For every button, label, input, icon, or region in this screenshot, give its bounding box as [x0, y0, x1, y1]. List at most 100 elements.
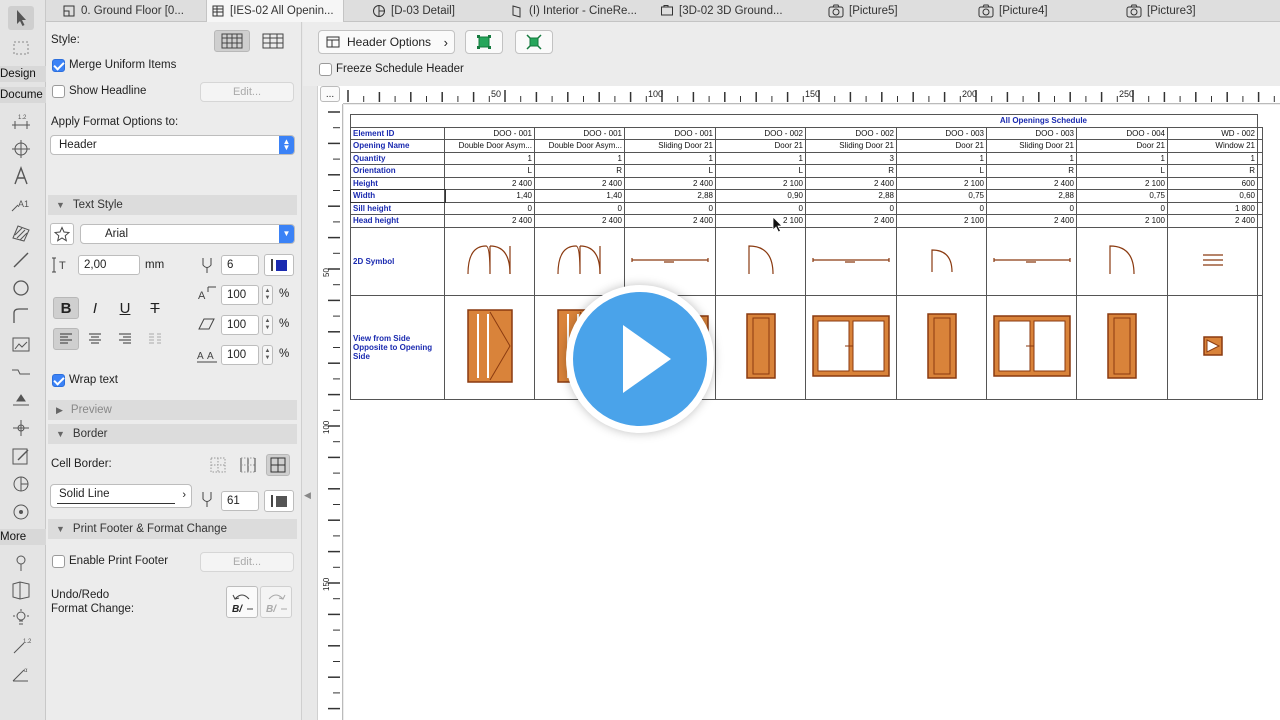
marquee-tool-icon[interactable] — [8, 36, 34, 60]
elevation-tool-icon[interactable] — [8, 388, 34, 412]
vertical-ruler[interactable]: 50 100 150 — [318, 104, 343, 720]
size-input[interactable]: 2,00 — [78, 255, 140, 275]
fill-tool-icon[interactable] — [8, 220, 34, 244]
table-cell[interactable]: 2 400 — [444, 214, 535, 228]
style-list-button[interactable] — [258, 30, 288, 52]
redo-format-button[interactable]: B/ — [260, 586, 292, 618]
table-cell[interactable]: DOO - 001 — [624, 126, 716, 140]
strikethrough-button[interactable]: T — [143, 297, 167, 319]
scale-spacing-input[interactable]: 100 — [221, 345, 259, 365]
row-header[interactable]: Sill height — [350, 201, 445, 215]
panel-splitter[interactable]: ◀ — [302, 22, 318, 720]
table-cell[interactable]: 3 — [805, 151, 897, 165]
polyline-tool-icon[interactable] — [8, 304, 34, 328]
table-cell[interactable]: DOO - 002 — [715, 126, 806, 140]
door-symbol-cell[interactable] — [986, 226, 1077, 296]
table-row[interactable]: Width 1,40 1,40 2,88 0,90 2,88 0,75 2,88 0,75 0,6… — [349, 188, 1263, 203]
table-cell[interactable]: 0 — [1076, 201, 1168, 215]
table-cell[interactable]: 1 — [624, 151, 716, 165]
table-row[interactable]: Quantity 1 1 1 1 3 1 1 1 1 — [350, 151, 1263, 165]
table-cell[interactable]: 1 — [715, 151, 806, 165]
table-cell[interactable]: 2 400 — [986, 176, 1077, 190]
table-cell[interactable]: WD - 002 — [1167, 126, 1258, 140]
door-symbol-cell[interactable] — [534, 226, 625, 296]
text-tool-icon[interactable] — [8, 164, 34, 188]
table-cell[interactable] — [1257, 201, 1263, 215]
table-cell[interactable]: DOO - 001 — [534, 126, 625, 140]
door-elevation-cell[interactable] — [715, 294, 806, 400]
table-cell[interactable]: R — [1167, 164, 1258, 178]
table-cell[interactable]: 0 — [805, 201, 897, 215]
table-cell[interactable]: 2 100 — [715, 214, 806, 228]
row-header[interactable]: 2D Symbol — [350, 226, 445, 296]
design-label[interactable]: Design — [0, 66, 46, 82]
table-cell[interactable]: 1,40 — [444, 189, 535, 203]
table-cell[interactable]: 1 — [1076, 151, 1168, 165]
change-tool-icon[interactable] — [8, 500, 34, 524]
tab-3d-ground[interactable]: [3D-02 3D Ground... — [656, 0, 796, 22]
table-cell[interactable]: 2 400 — [624, 176, 716, 190]
stepper-icon[interactable]: ▲ ▼ — [262, 285, 273, 305]
table-cell[interactable]: 2 100 — [715, 176, 806, 190]
door-symbol-cell[interactable] — [1167, 226, 1258, 296]
table-cell[interactable]: 1,40 — [534, 189, 625, 203]
radial-dimension-icon[interactable]: 1.2 — [8, 634, 34, 658]
tab-picture3[interactable]: [Picture3] — [1122, 0, 1242, 22]
table-cell[interactable] — [1257, 176, 1263, 190]
table-row[interactable]: 2D Symbol — [350, 226, 1263, 296]
angle-dimension-icon[interactable]: α — [8, 662, 34, 686]
tab-picture4[interactable]: [Picture4] — [974, 0, 1094, 22]
align-right-button[interactable] — [113, 328, 137, 350]
table-cell[interactable]: 0 — [534, 201, 625, 215]
row-header[interactable]: View from Side Opposite to Opening Side — [350, 294, 445, 400]
curtain-wall-icon[interactable] — [8, 578, 34, 602]
table-cell[interactable]: 2 400 — [1167, 214, 1258, 228]
level-dimension-icon[interactable] — [8, 136, 34, 160]
wrap-checkbox[interactable] — [52, 374, 65, 387]
table-cell[interactable]: 2 400 — [444, 176, 535, 190]
align-decimal-button[interactable] — [143, 328, 167, 350]
table-cell[interactable]: 2 100 — [1076, 214, 1168, 228]
table-cell[interactable]: 2 400 — [624, 214, 716, 228]
headline-checkbox[interactable] — [52, 85, 65, 98]
text-style-section[interactable]: ▼ Text Style — [48, 195, 297, 215]
table-cell[interactable]: 1 — [896, 151, 987, 165]
table-cell[interactable]: 2,88 — [805, 189, 897, 203]
table-cell[interactable]: 0,90 — [715, 189, 806, 203]
door-symbol-cell[interactable] — [1076, 226, 1168, 296]
door-symbol-cell[interactable] — [715, 226, 806, 296]
tab-schedule[interactable]: [IES-02 All Openin... — [206, 0, 344, 22]
table-row[interactable]: Height 2 400 2 400 2 400 2 100 2 400 2 100 2 40… — [350, 176, 1263, 190]
table-row[interactable]: Orientation L R L L R L R L R — [350, 164, 1263, 178]
align-left-button[interactable] — [53, 328, 79, 350]
table-cell[interactable] — [1257, 151, 1263, 165]
header-options-button[interactable]: Header Options › — [318, 30, 455, 54]
table-row[interactable]: Element ID DOO - 001 DOO - 001 DOO - 001 DOO… — [350, 126, 1263, 140]
tab-interior[interactable]: (I) Interior - CineRe... — [506, 0, 642, 22]
tab-ground-floor[interactable]: 0. Ground Floor [0... — [58, 0, 198, 22]
table-cell[interactable]: Door 21 — [1076, 139, 1168, 153]
footer-edit-button[interactable]: Edit... — [200, 552, 294, 572]
table-cell[interactable]: 1 800 — [1167, 201, 1258, 215]
table-cell[interactable]: DOO - 001 — [444, 126, 535, 140]
table-cell[interactable]: DOO - 004 — [1076, 126, 1168, 140]
border-pen-color-button[interactable] — [264, 490, 294, 512]
table-row[interactable]: Head height 2 400 2 400 2 400 2 100 2 400 2 10… — [350, 214, 1263, 228]
table-cell[interactable]: DOO - 002 — [805, 126, 897, 140]
hotspot-tool-icon[interactable] — [8, 550, 34, 574]
table-cell[interactable]: DOO - 003 — [896, 126, 987, 140]
schedule-title[interactable]: All Openings Schedule — [350, 114, 1258, 128]
align-center-button[interactable] — [83, 328, 107, 350]
pen-color-button[interactable] — [264, 254, 294, 276]
table-cell[interactable] — [1257, 294, 1263, 400]
row-header[interactable]: Element ID — [350, 126, 445, 140]
table-cell[interactable]: 0,75 — [1076, 189, 1168, 203]
table-cell[interactable]: L — [1076, 164, 1168, 178]
table-cell[interactable]: 0,60 — [1167, 189, 1258, 203]
favorites-star-button[interactable] — [50, 223, 74, 245]
door-elevation-cell[interactable] — [805, 294, 897, 400]
table-cell[interactable]: Double Door Asym... — [444, 139, 535, 153]
door-symbol-cell[interactable] — [896, 226, 987, 296]
table-cell[interactable] — [1257, 164, 1263, 178]
freeze-header-checkbox[interactable] — [319, 63, 332, 76]
